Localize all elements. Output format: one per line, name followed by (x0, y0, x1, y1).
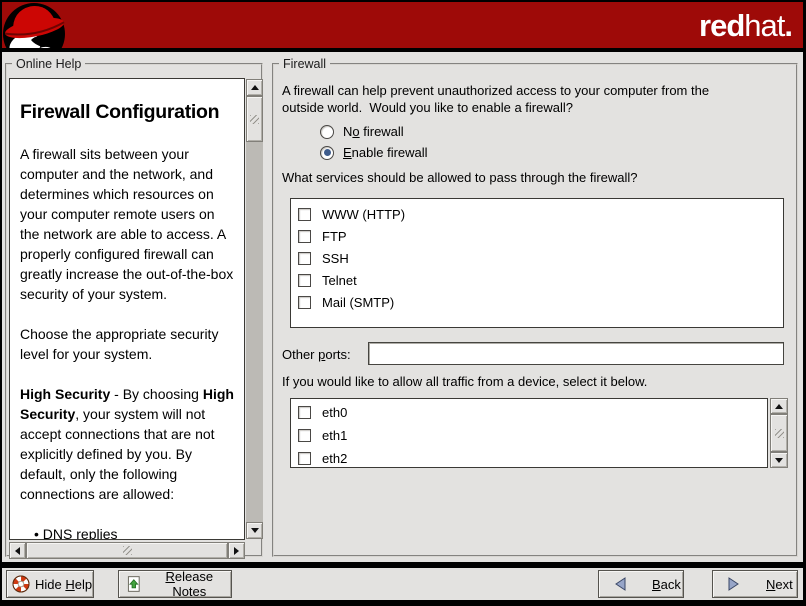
help-paragraph: Choose the appropriate security level fo… (20, 324, 234, 364)
lifebuoy-icon (12, 575, 30, 593)
triangle-up-icon (251, 85, 259, 90)
online-help-frame-label: Online Help (12, 57, 85, 71)
scroll-thumb[interactable] (246, 96, 263, 142)
other-ports-label: Other ports: (282, 347, 351, 362)
installer-window: redhat. Online Help Firewall Configurati… (0, 0, 806, 606)
triangle-down-icon (251, 528, 259, 533)
radio-button-icon[interactable] (320, 146, 334, 160)
device-label-eth0: eth0 (322, 405, 347, 420)
devices-listbox[interactable]: eth0 eth1 eth2 (290, 398, 768, 468)
service-label-ssh: SSH (322, 251, 349, 266)
service-row-www-http[interactable]: WWW (HTTP) (291, 203, 783, 225)
next-label: Next (766, 577, 793, 592)
triangle-down-icon (775, 458, 783, 463)
service-checkbox-ssh[interactable] (298, 252, 311, 265)
back-button[interactable]: Back (598, 570, 684, 598)
release-notes-label: Release Notes (148, 569, 231, 599)
triangle-up-icon (775, 404, 783, 409)
help-bullet-item: • DNS replies (20, 524, 234, 540)
help-paragraph: High Security - By choosing High Securit… (20, 384, 234, 504)
service-label-telnet: Telnet (322, 273, 357, 288)
service-row-ftp[interactable]: FTP (291, 225, 783, 247)
service-label-mail-smtp: Mail (SMTP) (322, 295, 394, 310)
arrow-right-icon (726, 576, 742, 592)
wordmark-dot: . (784, 8, 792, 43)
next-button[interactable]: Next (712, 570, 798, 598)
device-label-eth1: eth1 (322, 428, 347, 443)
triangle-right-icon (234, 547, 239, 555)
scroll-left-button[interactable] (9, 542, 26, 559)
scroll-up-button[interactable] (770, 398, 788, 414)
service-label-ftp: FTP (322, 229, 347, 244)
release-notes-button[interactable]: Release Notes (118, 570, 232, 598)
service-checkbox-ftp[interactable] (298, 230, 311, 243)
device-checkbox-eth1[interactable] (298, 429, 311, 442)
device-row-eth1[interactable]: eth1 (291, 424, 767, 447)
radio-button-icon[interactable] (320, 125, 334, 139)
help-text-panel: Firewall Configuration A firewall sits b… (9, 78, 245, 540)
other-ports-input[interactable] (368, 342, 784, 365)
firewall-frame-label: Firewall (279, 57, 330, 71)
service-row-telnet[interactable]: Telnet (291, 269, 783, 291)
devices-vertical-scrollbar[interactable] (770, 398, 788, 468)
help-horizontal-scrollbar[interactable] (9, 542, 245, 559)
radio-no-firewall[interactable]: No firewall (320, 123, 404, 140)
services-question: What services should be allowed to pass … (282, 170, 638, 185)
devices-question: If you would like to allow all traffic f… (282, 374, 647, 389)
radio-enable-firewall[interactable]: Enable firewall (320, 144, 428, 161)
wordmark-bold: red (699, 8, 744, 43)
device-checkbox-eth2[interactable] (298, 452, 311, 465)
radio-enable-firewall-label: Enable firewall (343, 145, 428, 160)
device-checkbox-eth0[interactable] (298, 406, 311, 419)
scroll-right-button[interactable] (228, 542, 245, 559)
hide-help-label: Hide Help (35, 577, 92, 592)
scroll-thumb[interactable] (26, 542, 228, 559)
service-row-mail-smtp[interactable]: Mail (SMTP) (291, 291, 783, 313)
scroll-thumb[interactable] (770, 414, 788, 452)
scroll-up-button[interactable] (246, 79, 263, 96)
help-content: A firewall sits between your computer an… (20, 144, 234, 540)
redhat-wordmark: redhat. (560, 6, 792, 46)
service-checkbox-telnet[interactable] (298, 274, 311, 287)
service-row-ssh[interactable]: SSH (291, 247, 783, 269)
service-checkbox-www-http[interactable] (298, 208, 311, 221)
device-row-eth0[interactable]: eth0 (291, 401, 767, 424)
help-title: Firewall Configuration (20, 101, 234, 124)
release-notes-page-icon (125, 575, 143, 593)
services-listbox[interactable]: WWW (HTTP) FTP SSH Telnet Mail (SMTP) (290, 198, 784, 328)
back-label: Back (652, 577, 681, 592)
help-paragraph: A firewall sits between your computer an… (20, 144, 234, 304)
device-label-eth2: eth2 (322, 451, 347, 466)
scroll-down-button[interactable] (770, 452, 788, 468)
arrow-left-icon (612, 576, 628, 592)
device-row-eth2[interactable]: eth2 (291, 447, 767, 468)
help-vertical-scrollbar[interactable] (246, 79, 263, 539)
service-checkbox-mail-smtp[interactable] (298, 296, 311, 309)
service-label-www-http: WWW (HTTP) (322, 207, 405, 222)
triangle-left-icon (15, 547, 20, 555)
firewall-intro-text: A firewall can help prevent unauthorized… (282, 82, 787, 116)
radio-no-firewall-label: No firewall (343, 124, 404, 139)
hide-help-button[interactable]: Hide Help (6, 570, 94, 598)
scroll-down-button[interactable] (246, 522, 263, 539)
wordmark-regular: hat (744, 8, 784, 43)
